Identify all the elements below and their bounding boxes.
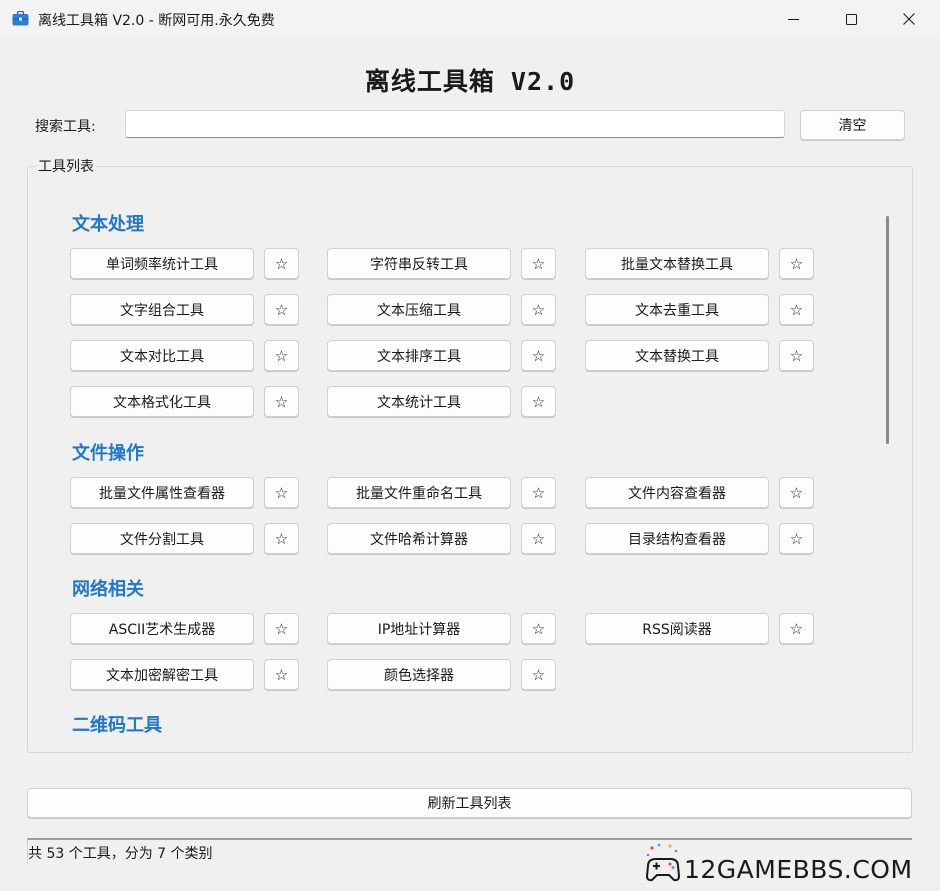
favorite-star-button[interactable]: ☆	[521, 294, 556, 325]
category-title: 网络相关	[72, 579, 144, 600]
tool-button[interactable]: 文件哈希计算器	[327, 523, 511, 554]
favorite-star-button[interactable]: ☆	[521, 613, 556, 644]
close-button[interactable]	[880, 0, 938, 38]
tool-button[interactable]: 文字组合工具	[70, 294, 254, 325]
tool-button[interactable]: 目录结构查看器	[585, 523, 769, 554]
tool-button[interactable]: 文件分割工具	[70, 523, 254, 554]
page-title: 离线工具箱 V2.0	[364, 67, 576, 96]
tool-button[interactable]: 批量文件重命名工具	[327, 477, 511, 508]
gamepad-logo-icon	[645, 843, 681, 882]
favorite-star-button[interactable]: ☆	[521, 386, 556, 417]
favorite-star-button[interactable]: ☆	[521, 477, 556, 508]
tool-button[interactable]: 文本去重工具	[585, 294, 769, 325]
favorite-star-button[interactable]: ☆	[779, 294, 814, 325]
tool-button[interactable]: 批量文本替换工具	[585, 248, 769, 279]
favorite-star-button[interactable]: ☆	[264, 613, 299, 644]
tool-button[interactable]: 文本压缩工具	[327, 294, 511, 325]
favorite-star-button[interactable]: ☆	[779, 248, 814, 279]
category-title: 文件操作	[72, 443, 144, 464]
favorite-star-button[interactable]: ☆	[521, 340, 556, 371]
maximize-icon	[845, 13, 857, 25]
favorite-star-button[interactable]: ☆	[521, 248, 556, 279]
favorite-star-button[interactable]: ☆	[264, 248, 299, 279]
watermark-text: 12GAMEBBS.COM	[684, 855, 913, 884]
favorite-star-button[interactable]: ☆	[264, 294, 299, 325]
favorite-star-button[interactable]: ☆	[264, 340, 299, 371]
tool-button[interactable]: 文本替换工具	[585, 340, 769, 371]
tool-button[interactable]: 文本加密解密工具	[70, 659, 254, 690]
tool-list-scrollbar[interactable]	[874, 196, 884, 734]
minimize-icon	[787, 18, 799, 20]
minimize-button[interactable]	[764, 0, 822, 38]
favorite-star-button[interactable]: ☆	[779, 613, 814, 644]
favorite-star-button[interactable]: ☆	[779, 340, 814, 371]
tool-button[interactable]: 颜色选择器	[327, 659, 511, 690]
tool-button[interactable]: 文件内容查看器	[585, 477, 769, 508]
category-title: 文本处理	[72, 214, 144, 235]
favorite-star-button[interactable]: ☆	[264, 659, 299, 690]
refresh-tools-button[interactable]: 刷新工具列表	[27, 788, 912, 818]
tool-button[interactable]: 文本格式化工具	[70, 386, 254, 417]
favorite-star-button[interactable]: ☆	[521, 659, 556, 690]
tool-button[interactable]: RSS阅读器	[585, 613, 769, 644]
favorite-star-button[interactable]: ☆	[264, 477, 299, 508]
tool-button[interactable]: ASCII艺术生成器	[70, 613, 254, 644]
close-icon	[903, 13, 915, 25]
tool-button[interactable]: 文本对比工具	[70, 340, 254, 371]
clear-button[interactable]: 清空	[800, 110, 905, 140]
title-bar: 离线工具箱 V2.0 - 断网可用.永久免费	[0, 0, 940, 38]
window-title: 离线工具箱 V2.0 - 断网可用.永久免费	[38, 13, 275, 29]
tool-button[interactable]: 字符串反转工具	[327, 248, 511, 279]
scrollbar-thumb[interactable]	[886, 216, 889, 444]
favorite-star-button[interactable]: ☆	[521, 523, 556, 554]
tool-list-label: 工具列表	[36, 156, 96, 176]
favorite-star-button[interactable]: ☆	[264, 386, 299, 417]
search-label: 搜索工具:	[35, 119, 96, 135]
category-title: 二维码工具	[72, 715, 162, 736]
tool-button[interactable]: 文本排序工具	[327, 340, 511, 371]
favorite-star-button[interactable]: ☆	[779, 477, 814, 508]
tool-button[interactable]: IP地址计算器	[327, 613, 511, 644]
favorite-star-button[interactable]: ☆	[264, 523, 299, 554]
maximize-button[interactable]	[822, 0, 880, 38]
toolbox-icon	[12, 10, 29, 26]
favorite-star-button[interactable]: ☆	[779, 523, 814, 554]
tool-button[interactable]: 批量文件属性查看器	[70, 477, 254, 508]
tool-button[interactable]: 单词频率统计工具	[70, 248, 254, 279]
search-input[interactable]	[125, 110, 785, 138]
tool-button[interactable]: 文本统计工具	[327, 386, 511, 417]
